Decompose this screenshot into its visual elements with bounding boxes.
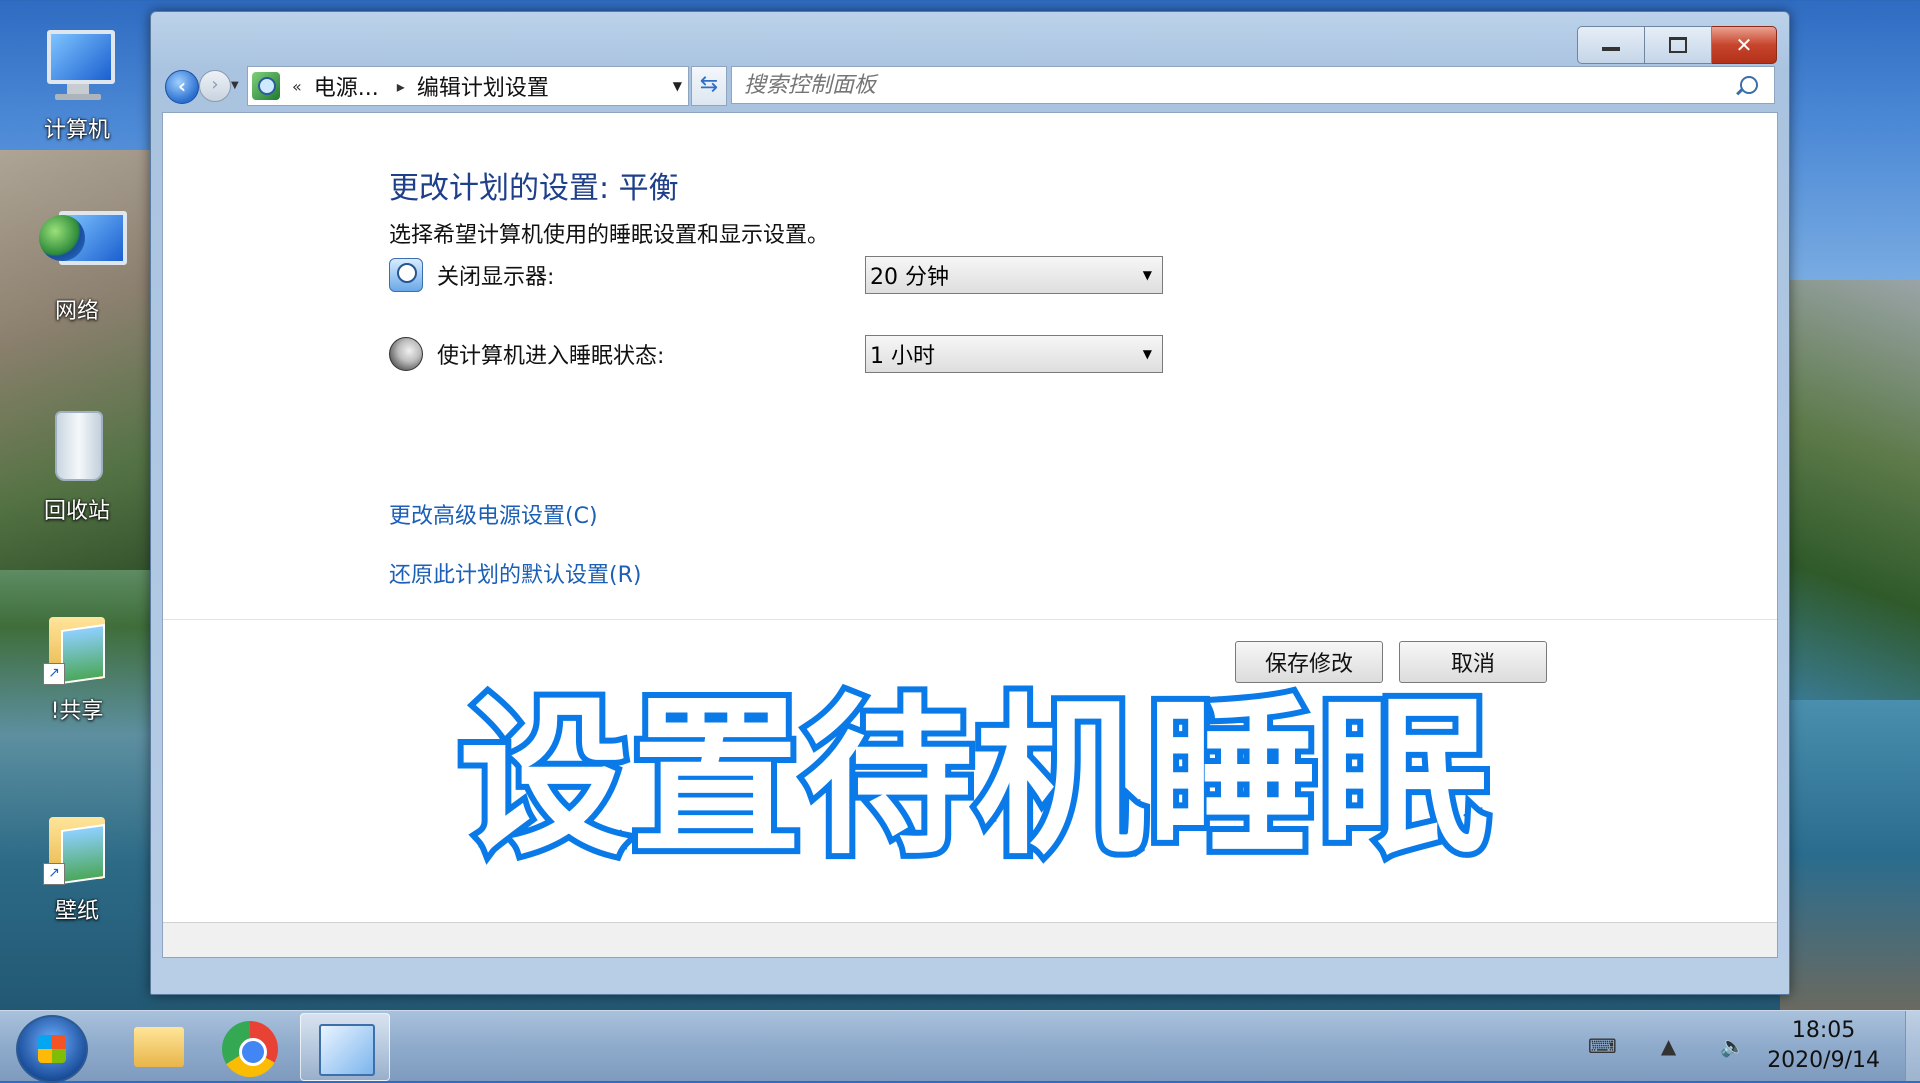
chevron-down-icon: ▼	[1142, 347, 1152, 361]
maximize-button[interactable]	[1645, 26, 1712, 64]
desktop-icon-share[interactable]: ↗ !共享	[18, 605, 136, 725]
window-controls: ✕	[1577, 26, 1777, 64]
windows-logo-icon	[38, 1035, 66, 1063]
forward-arrow-icon: ›	[211, 74, 219, 95]
back-arrow-icon: ‹	[177, 74, 187, 98]
clock[interactable]: 18:05 2020/9/14	[1767, 1016, 1880, 1076]
setting-label: 关闭显示器:	[437, 265, 555, 290]
breadcrumb-edit-plan[interactable]: 编辑计划设置	[417, 70, 549, 102]
browser-icon	[222, 1021, 278, 1077]
desktop-icon-wallpaper[interactable]: ↗ 壁纸	[18, 805, 136, 925]
display-timer-icon	[389, 258, 423, 292]
desktop-icon-label: 网络	[54, 299, 99, 324]
video-caption-overlay: 设置待机睡眠	[453, 674, 1495, 884]
folder-shortcut-icon: ↗	[35, 805, 119, 889]
breadcrumb-power[interactable]: 电源...	[314, 70, 379, 102]
maximize-icon	[1669, 37, 1687, 53]
clock-time: 18:05	[1791, 1018, 1856, 1043]
control-panel-icon	[319, 1024, 375, 1076]
page-subtitle: 选择希望计算机使用的睡眠设置和显示设置。	[389, 223, 830, 248]
refresh-button[interactable]: ⇆	[691, 66, 727, 106]
breadcrumb-separator-icon[interactable]: ▸	[397, 77, 405, 96]
history-dropdown-icon[interactable]: ▼	[231, 80, 239, 91]
desktop-icon-label: 回收站	[43, 499, 110, 524]
desktop-wallpaper-lake	[1780, 700, 1920, 1010]
desktop-icon-label: 计算机	[43, 118, 110, 143]
back-button[interactable]: ‹	[165, 70, 199, 104]
recycle-bin-icon	[35, 405, 119, 489]
search-box[interactable]	[731, 66, 1775, 104]
chevron-down-icon: ▼	[1142, 268, 1152, 282]
display-off-select[interactable]: 20 分钟 ▼	[865, 256, 1163, 294]
restore-defaults-link[interactable]: 还原此计划的默认设置(R)	[389, 557, 641, 589]
power-options-icon	[252, 72, 280, 100]
select-value: 1 小时	[870, 344, 935, 369]
taskbar-control-panel-button[interactable]	[300, 1013, 390, 1081]
show-desktop-button[interactable]	[1905, 1011, 1920, 1081]
address-bar[interactable]: « 电源... ▸ 编辑计划设置 ▼	[247, 66, 689, 106]
search-icon[interactable]	[1740, 76, 1758, 94]
setting-row-display: 关闭显示器:	[389, 255, 554, 295]
forward-button[interactable]: ›	[199, 70, 231, 102]
desktop-wallpaper-mountain-right	[1780, 280, 1920, 700]
status-bar	[163, 922, 1777, 957]
desktop-icon-network[interactable]: 网络	[18, 205, 136, 325]
taskbar: ⌨ ▲ 🔈 18:05 2020/9/14	[0, 1010, 1920, 1083]
start-button[interactable]	[16, 1015, 88, 1083]
clock-date: 2020/9/14	[1767, 1048, 1880, 1073]
desktop-icon-recycle-bin[interactable]: 回收站	[18, 405, 136, 525]
taskbar-explorer-button[interactable]	[114, 1013, 202, 1079]
show-hidden-icons-icon[interactable]: ▲	[1661, 1034, 1676, 1058]
search-input[interactable]	[732, 71, 1740, 99]
desktop-icon-label: 壁纸	[54, 899, 99, 924]
overflow-chevron-icon[interactable]: «	[292, 77, 302, 96]
page-title: 更改计划的设置: 平衡	[389, 171, 679, 206]
advanced-power-settings-link[interactable]: 更改高级电源设置(C)	[389, 498, 598, 530]
keyboard-icon[interactable]: ⌨	[1588, 1034, 1617, 1058]
sleep-select[interactable]: 1 小时 ▼	[865, 335, 1163, 373]
close-icon: ✕	[1735, 33, 1753, 57]
network-icon	[35, 205, 127, 289]
sleep-moon-icon	[389, 337, 423, 371]
taskbar-browser-button[interactable]	[206, 1013, 294, 1079]
minimize-button[interactable]	[1577, 26, 1645, 64]
divider	[163, 619, 1777, 620]
setting-label: 使计算机进入睡眠状态:	[437, 344, 665, 369]
minimize-icon	[1602, 47, 1620, 51]
refresh-icon: ⇆	[699, 72, 719, 97]
computer-icon	[35, 24, 119, 108]
folder-icon	[134, 1027, 184, 1067]
navigation-bar: ‹ › ▼ « 电源... ▸ 编辑计划设置 ▼ ⇆	[165, 66, 1775, 106]
setting-row-sleep: 使计算机进入睡眠状态:	[389, 334, 664, 374]
system-tray: ⌨ ▲ 🔈 18:05 2020/9/14	[1566, 1011, 1920, 1081]
address-dropdown-icon[interactable]: ▼	[673, 79, 682, 93]
desktop-icon-computer[interactable]: 计算机	[18, 24, 136, 144]
desktop-icon-label: !共享	[50, 699, 104, 724]
volume-icon[interactable]: 🔈	[1720, 1034, 1745, 1058]
close-button[interactable]: ✕	[1712, 26, 1777, 64]
folder-shortcut-icon: ↗	[35, 605, 119, 689]
select-value: 20 分钟	[870, 265, 949, 290]
